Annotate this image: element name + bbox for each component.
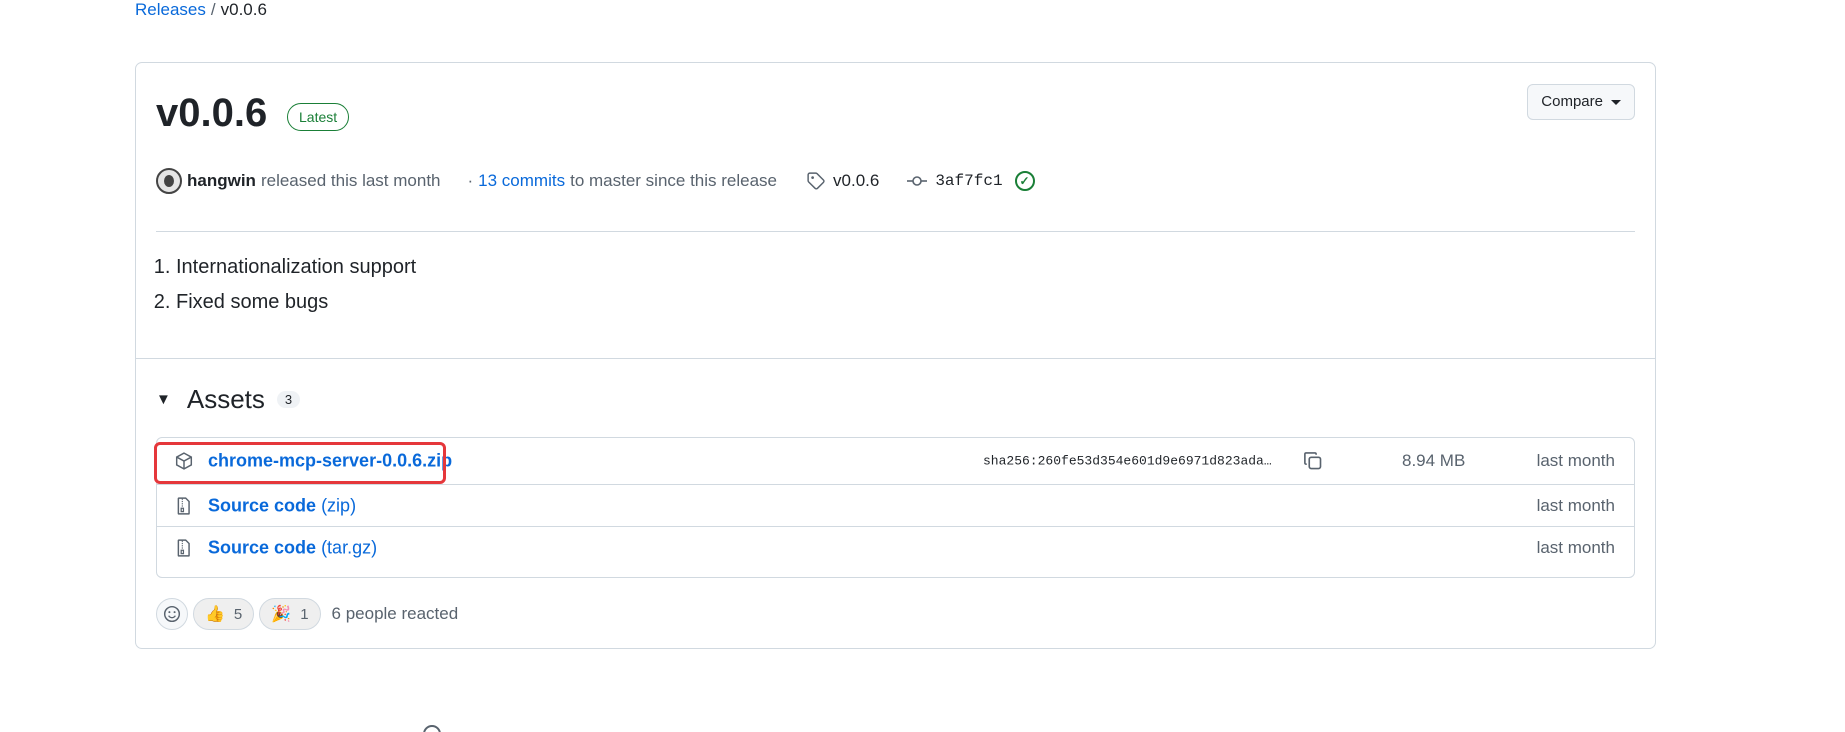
tada-icon: 🎉 (271, 606, 292, 623)
release-meta: hangwin released this last month · 13 co… (156, 166, 1035, 196)
copy-icon[interactable] (1303, 451, 1323, 471)
thumbs-up-icon: 👍 (205, 606, 225, 623)
tag-label: v0.0.6 (833, 171, 880, 190)
reaction-count: 1 (300, 605, 309, 623)
asset-date: last month (1536, 538, 1615, 557)
reactions-bar: 👍 5 🎉 1 6 people reacted (156, 598, 458, 630)
breadcrumb-current: v0.0.6 (220, 0, 267, 19)
commit-icon (907, 176, 928, 186)
latest-badge: Latest (287, 103, 350, 131)
assets-list: chrome-mcp-server-0.0.6.zip sha256:260fe… (154, 437, 1635, 578)
asset-name: Source code (208, 537, 317, 558)
breadcrumb-separator: / (210, 0, 216, 19)
commits-link[interactable]: 13 commits (478, 171, 565, 191)
release-notes: Internationalization support Fixed some … (176, 250, 416, 320)
chevron-down-icon (1611, 99, 1621, 105)
breadcrumb-releases-link[interactable]: Releases (135, 0, 206, 19)
assets-title: Assets (186, 384, 265, 414)
partial-circle-icon (423, 725, 441, 732)
add-reaction-button[interactable] (156, 598, 188, 630)
asset-date: last month (1536, 451, 1615, 470)
check-circle-icon[interactable]: ✓ (1014, 171, 1035, 191)
source-code-targz-link[interactable]: Source code (tar.gz) (208, 538, 377, 559)
asset-ext: (zip) (321, 495, 357, 515)
asset-row: chrome-mcp-server-0.0.6.zip sha256:260fe… (154, 438, 1634, 485)
divider (136, 358, 1655, 359)
triangle-down-icon: ▼ (156, 391, 171, 408)
file-zip-icon (177, 539, 190, 557)
release-note-item: Fixed some bugs (176, 285, 416, 320)
highlight-box (154, 442, 446, 484)
release-note-item: Internationalization support (176, 250, 416, 285)
released-text: released this last month (260, 171, 441, 190)
asset-date: last month (1536, 495, 1615, 515)
assets-count-badge: 3 (276, 391, 301, 408)
tag-link[interactable]: v0.0.6 (807, 171, 879, 191)
smiley-icon (163, 605, 181, 623)
commits-suffix: to master since this release (570, 171, 778, 190)
divider (156, 231, 1635, 232)
asset-size: 8.94 MB (1402, 451, 1466, 470)
commit-link[interactable]: 3af7fc1 (907, 172, 1003, 190)
asset-row: Source code (tar.gz) last month (157, 527, 1634, 569)
commits-prefix: · (467, 171, 474, 190)
avatar[interactable] (156, 168, 182, 194)
compare-button[interactable]: Compare (1527, 84, 1635, 120)
breadcrumb: Releases / v0.0.6 (135, 0, 267, 20)
commit-sha: 3af7fc1 (935, 172, 1003, 190)
reaction-thumbs-up-button[interactable]: 👍 5 (193, 598, 255, 630)
compare-label: Compare (1541, 93, 1603, 110)
source-code-zip-link[interactable]: Source code (zip) (208, 495, 356, 516)
file-zip-icon (177, 496, 190, 515)
reaction-count: 5 (233, 605, 243, 623)
reaction-tada-button[interactable]: 🎉 1 (259, 598, 321, 630)
assets-toggle[interactable]: ▼ Assets 3 (156, 384, 301, 415)
asset-name: Source code (208, 495, 317, 515)
asset-row: Source code (zip) last month (157, 485, 1634, 527)
asset-sha256: sha256:260fe53d354e601d9e6971d823ada… (983, 453, 1272, 469)
tag-icon (807, 172, 825, 190)
asset-ext: (tar.gz) (321, 537, 378, 558)
release-card: v0.0.6 Latest Compare hangwin released t… (135, 62, 1656, 649)
release-title: v0.0.6 (156, 91, 268, 135)
reactions-summary: 6 people reacted (331, 604, 459, 623)
author-link[interactable]: hangwin (187, 171, 256, 191)
